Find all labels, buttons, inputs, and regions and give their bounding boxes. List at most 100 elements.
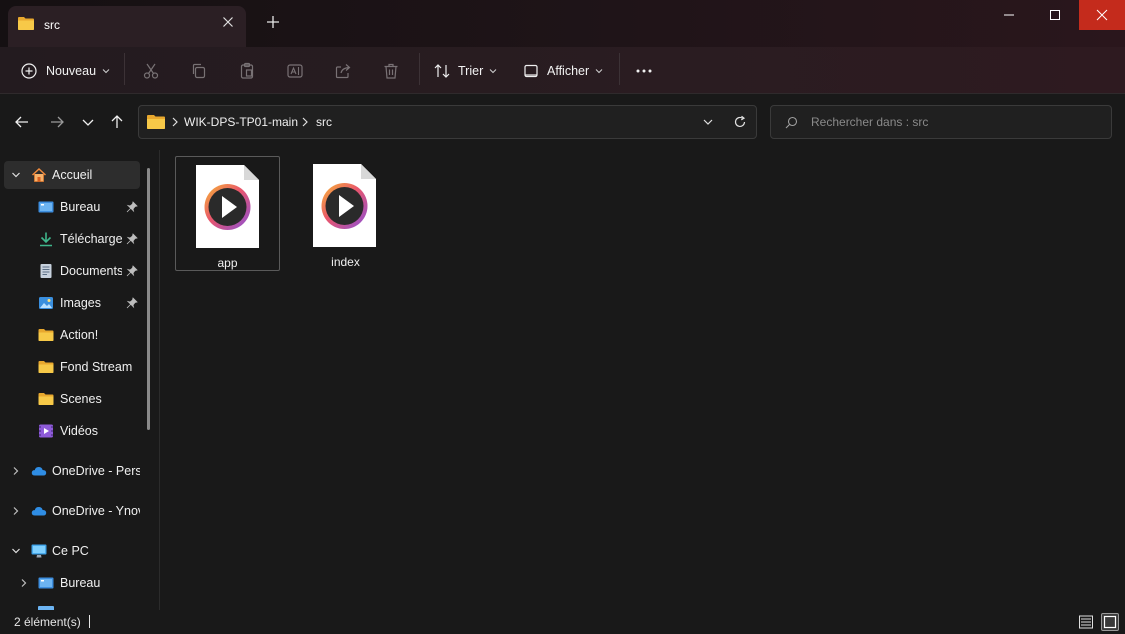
more-options-button[interactable] bbox=[634, 57, 654, 85]
sidebar-item-action[interactable]: Action! bbox=[4, 321, 140, 349]
media-file-icon bbox=[313, 164, 376, 247]
sidebar-item-this-pc-bureau[interactable]: Bureau bbox=[4, 569, 140, 597]
sidebar-item-onedrive-ynov[interactable]: OneDrive - Ynov bbox=[4, 497, 140, 525]
sidebar-label: Accueil bbox=[52, 168, 93, 182]
home-icon bbox=[31, 167, 47, 182]
breadcrumb-segment[interactable]: src bbox=[316, 115, 332, 129]
status-bar: 2 élément(s) bbox=[0, 610, 1125, 634]
large-icons-view-button[interactable] bbox=[1101, 613, 1119, 631]
status-separator bbox=[89, 615, 90, 628]
images-icon bbox=[39, 297, 53, 309]
sidebar-item-videos[interactable]: Vidéos bbox=[4, 417, 140, 445]
sidebar-label: Documents bbox=[60, 264, 122, 278]
sidebar-label: Vidéos bbox=[60, 424, 98, 438]
file-item[interactable]: index bbox=[293, 156, 398, 271]
toolbar-separator bbox=[124, 53, 125, 85]
sort-button[interactable]: Trier bbox=[433, 57, 497, 85]
new-button[interactable]: Nouveau bbox=[20, 57, 110, 85]
minimize-icon bbox=[1004, 14, 1014, 16]
share-button[interactable] bbox=[334, 57, 352, 85]
chevron-right-icon[interactable] bbox=[11, 466, 21, 476]
large-icons-view-icon bbox=[1103, 615, 1117, 629]
pin-icon bbox=[126, 233, 138, 245]
videos-icon bbox=[39, 424, 53, 438]
file-name: index bbox=[331, 255, 360, 269]
media-file-icon bbox=[196, 165, 259, 248]
chevron-down-icon[interactable] bbox=[11, 170, 21, 180]
sidebar-label: OneDrive - Perso bbox=[52, 464, 140, 478]
sidebar-scrollbar[interactable] bbox=[147, 168, 150, 430]
chevron-down-icon[interactable] bbox=[11, 546, 21, 556]
chevron-right-icon[interactable] bbox=[170, 116, 180, 128]
chevron-right-icon[interactable] bbox=[19, 578, 29, 588]
recent-locations-icon[interactable] bbox=[78, 112, 98, 132]
sidebar-item-fond-stream[interactable]: Fond Stream bbox=[4, 353, 140, 381]
navigation-row: WIK-DPS-TP01-main src Rechercher dans : … bbox=[0, 94, 1125, 150]
sidebar-item-scenes[interactable]: Scenes bbox=[4, 385, 140, 413]
folder-icon bbox=[147, 115, 165, 129]
toolbar-separator bbox=[619, 53, 620, 85]
sidebar-item-bureau[interactable]: Bureau bbox=[4, 193, 140, 221]
delete-button[interactable] bbox=[382, 57, 400, 85]
chevron-down-icon bbox=[102, 69, 110, 74]
search-icon bbox=[785, 116, 798, 129]
back-icon[interactable] bbox=[12, 112, 32, 132]
maximize-button[interactable] bbox=[1032, 0, 1078, 30]
copy-icon bbox=[192, 63, 206, 79]
computer-icon bbox=[31, 544, 47, 558]
sidebar-label: Action! bbox=[60, 328, 99, 342]
sidebar-item-telechargements[interactable]: Téléchargem bbox=[4, 225, 140, 253]
pin-icon bbox=[126, 201, 138, 213]
item-count: 2 élément(s) bbox=[14, 615, 81, 629]
sidebar-label: Téléchargem bbox=[60, 232, 122, 246]
file-name: app bbox=[217, 256, 238, 270]
tab-src[interactable]: src bbox=[8, 6, 246, 47]
search-box[interactable]: Rechercher dans : src bbox=[770, 105, 1112, 139]
forward-icon[interactable] bbox=[47, 112, 67, 132]
sidebar-item-documents[interactable]: Documents bbox=[4, 257, 140, 285]
sidebar-item-this-pc[interactable]: Ce PC bbox=[4, 537, 140, 565]
paste-icon bbox=[240, 62, 254, 79]
sidebar-item-home[interactable]: Accueil bbox=[4, 161, 140, 189]
chevron-right-icon[interactable] bbox=[11, 506, 21, 516]
rename-icon bbox=[287, 64, 303, 78]
details-view-icon bbox=[1079, 615, 1093, 629]
new-tab-icon[interactable] bbox=[266, 15, 280, 29]
chevron-down-icon[interactable] bbox=[702, 116, 714, 128]
new-label: Nouveau bbox=[46, 64, 97, 78]
sidebar-label: Images bbox=[60, 296, 101, 310]
sidebar-item-images[interactable]: Images bbox=[4, 289, 140, 317]
rename-button[interactable] bbox=[286, 57, 304, 85]
refresh-icon[interactable] bbox=[733, 115, 747, 129]
file-list: app index bbox=[160, 150, 1125, 610]
navigation-pane: Accueil Bureau Téléchargem Documents Ima… bbox=[0, 150, 160, 610]
desktop-icon bbox=[38, 577, 54, 589]
chevron-down-icon bbox=[489, 69, 497, 74]
copy-button[interactable] bbox=[190, 57, 208, 85]
desktop-icon bbox=[38, 201, 54, 213]
view-icon bbox=[524, 64, 538, 78]
sidebar-item-onedrive-personal[interactable]: OneDrive - Perso bbox=[4, 457, 140, 485]
search-placeholder: Rechercher dans : src bbox=[811, 115, 929, 129]
toolbar-separator bbox=[419, 53, 420, 85]
sidebar-label: Scenes bbox=[60, 392, 102, 406]
folder-icon bbox=[38, 393, 54, 405]
cloud-icon bbox=[31, 466, 47, 476]
up-icon[interactable] bbox=[107, 112, 127, 132]
minimize-button[interactable] bbox=[986, 0, 1032, 30]
cut-icon bbox=[143, 63, 159, 79]
details-view-button[interactable] bbox=[1077, 613, 1095, 631]
close-window-button[interactable] bbox=[1079, 0, 1125, 30]
tab-title: src bbox=[44, 18, 60, 32]
view-button[interactable]: Afficher bbox=[522, 57, 603, 85]
file-item[interactable]: app bbox=[175, 156, 280, 271]
address-bar[interactable]: WIK-DPS-TP01-main src bbox=[138, 105, 757, 139]
maximize-icon bbox=[1050, 10, 1060, 20]
cut-button[interactable] bbox=[142, 57, 160, 85]
paste-button[interactable] bbox=[238, 57, 256, 85]
breadcrumb-segment[interactable]: WIK-DPS-TP01-main bbox=[184, 115, 298, 129]
chevron-right-icon[interactable] bbox=[300, 116, 310, 128]
more-icon bbox=[636, 69, 652, 73]
command-bar: Nouveau Trier Afficher bbox=[0, 47, 1125, 94]
close-tab-icon[interactable] bbox=[220, 14, 236, 30]
